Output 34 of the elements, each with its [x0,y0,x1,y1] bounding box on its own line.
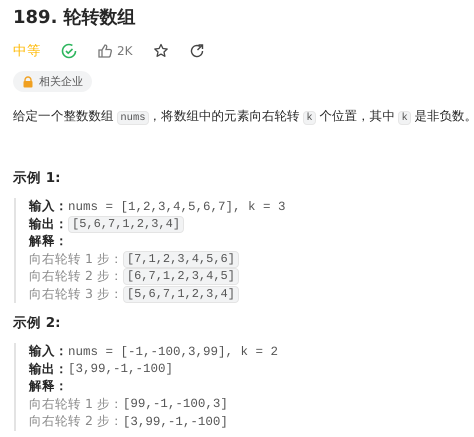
step-label: 向右轮转 3 步： [29,286,123,303]
field-label: 输入： [29,198,68,216]
code-chip: [6,7,1,2,3,4,5] [122,268,239,286]
code-chip: [5,6,7,1,2,3,4] [68,216,184,233]
like-count: 2K [117,44,133,58]
problem-description: 给定一个整数数组 nums ，将数组中的元素向右轮转 k 个位置，其中 k 是非负数。 [13,107,474,127]
example-heading: 示例 2: [13,314,62,333]
field-label: 解释： [29,378,68,396]
star-icon [152,43,169,59]
field-label: 输出： [29,216,68,233]
example-heading: 示例 1: [13,169,62,188]
lock-icon [22,76,34,88]
step-label: 向右轮转 2 步： [29,413,123,430]
thumbs-up-icon [97,43,113,59]
step-label: 向右轮转 1 步： [29,396,123,413]
field-label: 输入： [29,343,68,360]
code-text: [99,-1,-100,3] [122,397,228,412]
code-chip: [7,1,2,3,4,5,6] [122,250,239,268]
share-icon [188,43,205,59]
like-button[interactable]: 2K [97,43,133,59]
code-text: [3,99,-1,-100] [68,362,174,376]
problem-title: 189. 轮转数组 [13,6,137,30]
step-label: 向右轮转 1 步： [29,250,123,268]
code-text: nums = [1,2,3,4,5,6,7], k = 3 [68,200,286,214]
code-text: [3,99,-1,-100] [122,414,228,429]
step-label: 向右轮转 2 步： [29,268,123,286]
favorite-button[interactable] [152,43,169,59]
field-label: 输出： [29,360,68,378]
company-tag[interactable]: 相关企业 [13,71,92,92]
code-text: nums = [-1,-100,3,99], k = 2 [68,344,278,359]
field-label: 解释： [29,233,68,250]
share-button[interactable] [188,43,205,59]
difficulty-label: 中等 [13,42,41,60]
code-chip: [5,6,7,1,2,3,4] [122,286,239,303]
